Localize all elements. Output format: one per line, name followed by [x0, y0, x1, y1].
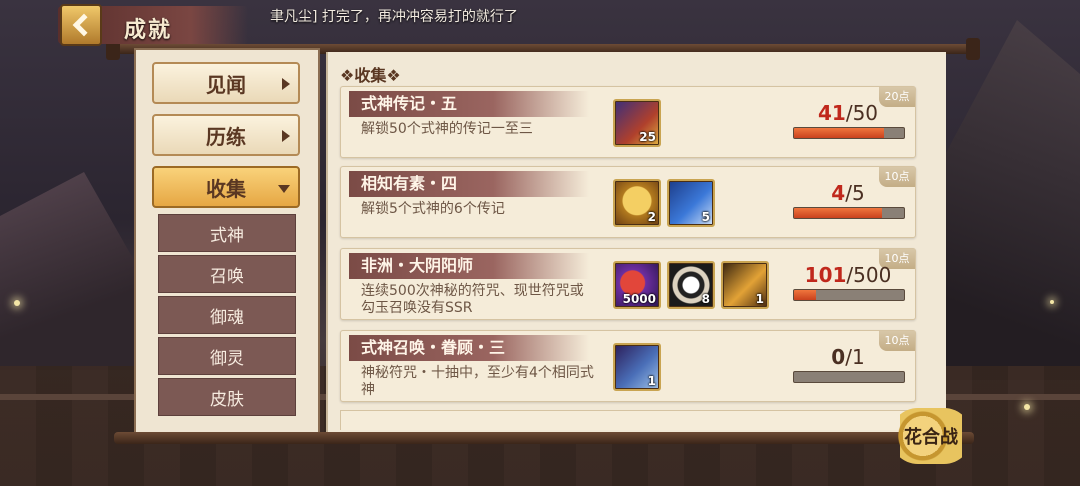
- progress-total: /50: [845, 101, 879, 125]
- achievement-desc: 连续500次神秘的符咒、现世符咒或勾玉召唤没有SSR: [361, 283, 584, 316]
- chevron-down-icon: [278, 185, 290, 193]
- achievement-card[interactable]: 相知有素・四 解锁5个式神的6个传记 10点 2 5 4/5: [340, 166, 916, 238]
- achievement-card[interactable]: 式神召唤・眷顾・三 神秘符咒・十抽中，至少有4个相同式神 10点 1 0/1: [340, 330, 916, 402]
- firefly-light: [1050, 300, 1054, 304]
- progress-total: /500: [846, 263, 892, 287]
- progress-text: 101/500: [793, 263, 903, 287]
- reward-count: 1: [647, 374, 656, 388]
- achievement-desc: 神秘符咒・十抽中，至少有4个相同式神: [361, 365, 594, 398]
- achievement-desc: 解锁50个式神的传记一至三: [361, 121, 533, 137]
- achievement-desc: 解锁5个式神的6个传记: [361, 201, 505, 217]
- achievement-name: 式神召唤・眷顾・三: [349, 335, 589, 361]
- chat-ticker: 聿凡尘] 打完了，再冲冲容易打的就行了: [270, 9, 518, 25]
- biography-scroll-icon[interactable]: 25: [613, 99, 661, 147]
- scroll-rod-bottom: [114, 432, 974, 444]
- hanagassen-button[interactable]: 花合战: [890, 408, 972, 464]
- magatama-icon[interactable]: 5000: [613, 261, 661, 309]
- section-title: ❖收集❖: [340, 66, 401, 85]
- sub-item-pifu[interactable]: 皮肤: [158, 378, 296, 416]
- reward-count: 5000: [622, 292, 656, 306]
- back-button[interactable]: [60, 4, 102, 46]
- progress-total: /5: [845, 181, 865, 205]
- progress-bar: [793, 207, 905, 219]
- collection-sub-list: 式神 召唤 御魂 御灵 皮肤: [158, 214, 296, 430]
- reward-count: 25: [639, 130, 656, 144]
- achievement-name: 相知有素・四: [349, 171, 589, 197]
- sub-item-zhaohuan[interactable]: 召唤: [158, 255, 296, 293]
- background-mountain-right: [940, 20, 1080, 380]
- progress-fill: [794, 290, 816, 300]
- ssr-frame-icon[interactable]: 1: [721, 261, 769, 309]
- achievement-card-partial: [340, 410, 916, 430]
- progress-bar: [793, 289, 905, 301]
- progress-fill: [794, 208, 882, 218]
- scroll-rod-end: [966, 38, 980, 60]
- progress-total: /1: [845, 345, 865, 369]
- tab-label: 历练: [206, 124, 246, 149]
- back-arrow-icon: [72, 13, 96, 37]
- progress-text: 4/5: [793, 181, 903, 205]
- progress-fill: [794, 128, 885, 138]
- sub-item-yuhun[interactable]: 御魂: [158, 296, 296, 334]
- tab-jianwen[interactable]: 见闻: [152, 62, 300, 104]
- firefly-light: [14, 300, 20, 306]
- sub-item-yuling[interactable]: 御灵: [158, 337, 296, 375]
- reward-count: 5: [701, 210, 710, 224]
- achievement-name: 式神传记・五: [349, 91, 589, 117]
- chevron-right-icon: [282, 78, 290, 90]
- progress-current: 41: [817, 101, 846, 125]
- progress-current: 101: [804, 263, 847, 287]
- tab-label: 收集: [206, 176, 246, 201]
- page-title: 成就: [124, 18, 173, 43]
- achievement-card[interactable]: 式神传记・五 解锁50个式神的传记一至三 20点 25 41/50: [340, 86, 916, 158]
- reward-count: 8: [701, 292, 710, 306]
- tab-shouji[interactable]: 收集: [152, 166, 300, 208]
- black-daruma-avatar-icon[interactable]: 8: [667, 261, 715, 309]
- lucky-daruma-icon[interactable]: 2: [613, 179, 661, 227]
- progress-bar: [793, 127, 905, 139]
- tab-lilian[interactable]: 历练: [152, 114, 300, 156]
- reward-count: 2: [647, 210, 656, 224]
- achievement-card[interactable]: 非洲・大阴阳师 连续500次神秘的符咒、现世符咒或勾玉召唤没有SSR 10点 5…: [340, 248, 916, 320]
- progress-current: 0: [831, 345, 846, 369]
- ten-draw-ticket-icon[interactable]: 1: [613, 343, 661, 391]
- chevron-right-icon: [282, 130, 290, 142]
- reward-count: 1: [755, 292, 764, 306]
- background-mountain-left: [0, 172, 140, 370]
- tab-label: 见闻: [206, 72, 246, 97]
- mystery-charm-icon[interactable]: 5: [667, 179, 715, 227]
- achievement-name: 非洲・大阴阳师: [349, 253, 589, 279]
- sub-item-shishen[interactable]: 式神: [158, 214, 296, 252]
- progress-text: 0/1: [793, 345, 903, 369]
- firefly-light: [1024, 404, 1030, 410]
- progress-text: 41/50: [793, 101, 903, 125]
- progress-current: 4: [831, 181, 846, 205]
- progress-bar: [793, 371, 905, 383]
